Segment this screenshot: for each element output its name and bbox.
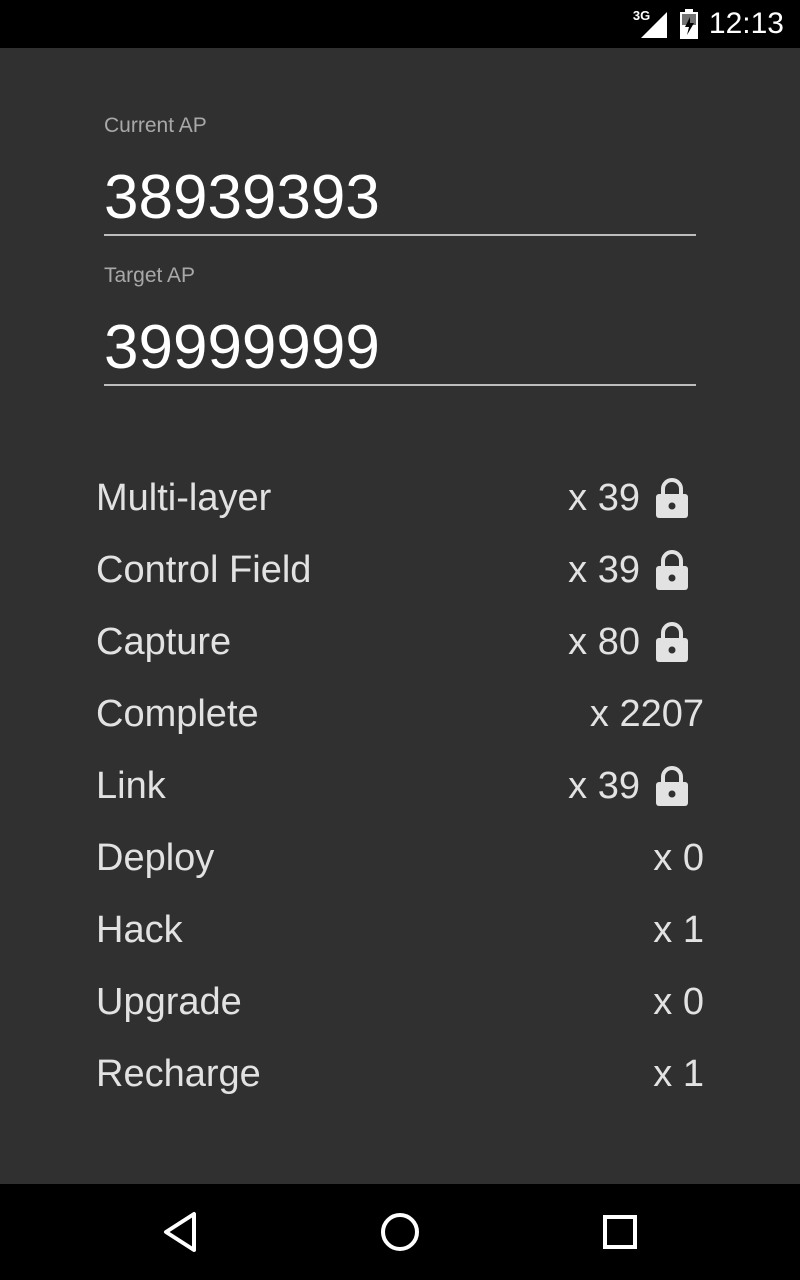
status-icons: 3G 12:13: [633, 0, 784, 48]
lock-icon[interactable]: [654, 766, 690, 806]
back-icon[interactable]: [154, 1206, 206, 1258]
home-icon[interactable]: [374, 1206, 426, 1258]
action-row-complete[interactable]: Complete x 2207: [96, 678, 704, 750]
action-name: Deploy: [96, 837, 215, 879]
action-row-recharge[interactable]: Recharge x 1: [96, 1038, 704, 1110]
lock-icon[interactable]: [654, 622, 690, 662]
lock-icon[interactable]: [654, 550, 690, 590]
status-clock: 12:13: [708, 7, 784, 40]
target-ap-label: Target AP: [104, 264, 196, 287]
action-name: Multi-layer: [96, 477, 272, 519]
action-row-link[interactable]: Link x 39: [96, 750, 704, 822]
action-name: Link: [96, 765, 166, 807]
navigation-bar: [0, 1184, 800, 1280]
status-bar: 3G 12:13: [0, 0, 800, 48]
action-count: x 39: [568, 549, 640, 591]
action-count: x 0: [653, 837, 704, 879]
action-name: Control Field: [96, 549, 312, 591]
action-row-hack[interactable]: Hack x 1: [96, 894, 704, 966]
action-name: Complete: [96, 693, 259, 735]
battery-icon: [679, 9, 698, 39]
action-name: Capture: [96, 621, 232, 663]
action-count: x 39: [568, 477, 640, 519]
action-count: x 1: [653, 909, 704, 951]
target-ap-field: Target AP 39999999: [104, 262, 696, 386]
action-count: x 39: [568, 765, 640, 807]
current-ap-field: Current AP 38939393: [104, 112, 696, 236]
current-ap-label: Current AP: [104, 114, 207, 137]
recents-icon[interactable]: [594, 1206, 646, 1258]
action-name: Recharge: [96, 1053, 261, 1095]
action-row-deploy[interactable]: Deploy x 0: [96, 822, 704, 894]
action-count: x 1: [653, 1053, 704, 1095]
action-count: x 0: [653, 981, 704, 1023]
action-row-upgrade[interactable]: Upgrade x 0: [96, 966, 704, 1038]
current-ap-input[interactable]: 38939393: [104, 162, 696, 236]
action-name: Upgrade: [96, 981, 242, 1023]
action-name: Hack: [96, 909, 183, 951]
action-row-capture[interactable]: Capture x 80: [96, 606, 704, 678]
action-row-control-field[interactable]: Control Field x 39: [96, 534, 704, 606]
signal-icon: 3G: [633, 8, 669, 38]
target-ap-input[interactable]: 39999999: [104, 312, 696, 386]
main-content: Current AP 38939393 Target AP 39999999 M…: [0, 48, 800, 1184]
action-count: x 80: [568, 621, 640, 663]
action-count: x 2207: [589, 693, 704, 735]
action-row-multi-layer[interactable]: Multi-layer x 39: [96, 462, 704, 534]
lock-icon[interactable]: [654, 478, 690, 518]
